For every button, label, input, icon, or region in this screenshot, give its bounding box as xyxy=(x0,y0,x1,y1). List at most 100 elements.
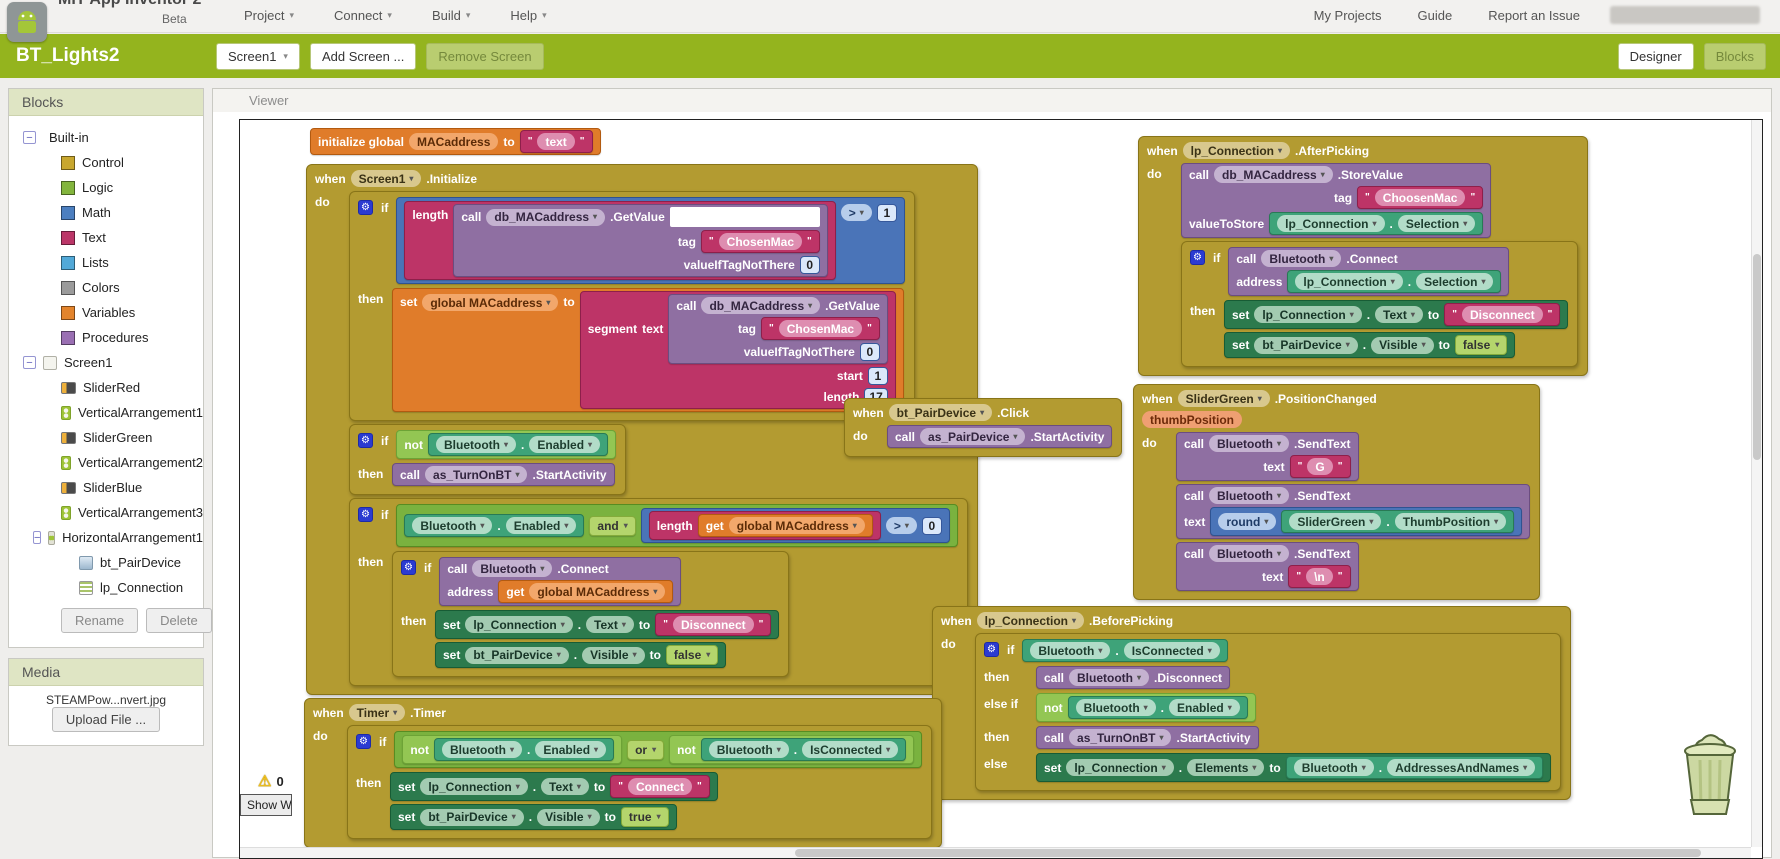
property-dropdown[interactable]: Text▾ xyxy=(1375,306,1423,323)
not-block[interactable]: not Bluetooth▾ . Enabled▾ xyxy=(396,430,616,459)
set-text-block[interactable]: set lp_Connection▾ . Text▾ to "Connect" xyxy=(390,772,718,801)
component-dropdown[interactable]: lp_Connection▾ xyxy=(977,612,1084,629)
screen-selector[interactable]: Screen1▾ xyxy=(216,43,300,70)
component-dropdown[interactable]: Bluetooth▾ xyxy=(436,436,516,453)
gear-icon[interactable]: ⚙ xyxy=(356,734,371,749)
delete-button[interactable]: Delete xyxy=(146,608,212,633)
component-horizontalarrangement1[interactable]: − HorizontalArrangement1 xyxy=(9,525,203,550)
gear-icon[interactable]: ⚙ xyxy=(984,642,999,657)
component-dropdown[interactable]: as_PairDevice▾ xyxy=(920,428,1025,445)
component-dropdown[interactable]: as_TurnOnBT▾ xyxy=(425,466,527,483)
call-startactivity-block[interactable]: call as_TurnOnBT▾ .StartActivity xyxy=(392,463,615,486)
call-startactivity-block[interactable]: call as_PairDevice▾ .StartActivity xyxy=(887,425,1112,448)
text-string-block[interactable]: "ChosenMac" xyxy=(701,230,820,253)
segment-block[interactable]: segment text call db_MACaddress▾ .GetVal… xyxy=(580,291,896,409)
call-getvalue-block[interactable]: call db_MACaddress▾ .GetValue tag xyxy=(453,204,827,277)
property-getter-block[interactable]: Bluetooth▾ . Enabled▾ xyxy=(1068,696,1248,719)
not-block[interactable]: not Bluetooth▾ . Enabled▾ xyxy=(1036,693,1256,722)
collapse-toggle-icon[interactable]: − xyxy=(33,531,41,544)
gear-icon[interactable]: ⚙ xyxy=(358,433,373,448)
number-block[interactable]: 0 xyxy=(860,343,880,361)
property-dropdown[interactable]: Visible▾ xyxy=(1371,337,1433,354)
component-dropdown[interactable]: lp_Connection▾ xyxy=(1254,306,1361,323)
text-string-block[interactable]: "\n" xyxy=(1288,565,1350,588)
set-text-block[interactable]: set lp_Connection▾ . Text▾ to "Disconnec… xyxy=(1224,300,1568,329)
component-dropdown[interactable]: lp_Connection▾ xyxy=(1277,215,1384,232)
component-dropdown[interactable]: db_MACaddress▾ xyxy=(486,209,605,226)
component-dropdown[interactable]: bt_PairDevice▾ xyxy=(465,647,568,664)
designer-button[interactable]: Designer xyxy=(1618,43,1694,70)
builtin-node[interactable]: − Built-in xyxy=(9,125,203,150)
length-block[interactable]: length call db_MACaddress▾ .GetValue xyxy=(404,201,835,280)
comparison-block[interactable]: length get global MACaddress▾ >▾ 0 xyxy=(641,508,950,543)
comparison-block[interactable]: length call db_MACaddress▾ .GetValue xyxy=(396,197,904,284)
text-string-block[interactable]: "G" xyxy=(1290,455,1351,478)
gear-icon[interactable]: ⚙ xyxy=(401,560,416,575)
component-dropdown[interactable]: Bluetooth▾ xyxy=(1069,669,1149,686)
property-dropdown[interactable]: Enabled▾ xyxy=(506,517,577,534)
when-slidergreen-positionchanged-block[interactable]: when SliderGreen▾ .PositionChanged thumb… xyxy=(1133,384,1540,600)
when-pairdevice-click-block[interactable]: when bt_PairDevice▾ .Click do call as_Pa… xyxy=(844,398,1122,457)
property-dropdown[interactable]: ThumbPosition▾ xyxy=(1395,513,1506,530)
property-getter-block[interactable]: Bluetooth▾ . Enabled▾ xyxy=(404,514,584,537)
show-warnings-button[interactable]: Show Warnings xyxy=(240,794,292,816)
gear-icon[interactable]: ⚙ xyxy=(358,507,373,522)
link-report-issue[interactable]: Report an Issue xyxy=(1488,8,1580,23)
if-block[interactable]: ⚙ if not Bluetooth▾ . Enabled▾ xyxy=(349,424,626,495)
palette-item-lists[interactable]: Lists xyxy=(9,250,203,275)
component-bt-pairdevice[interactable]: bt_PairDevice xyxy=(9,550,203,575)
component-dropdown[interactable]: bt_PairDevice▾ xyxy=(420,809,523,826)
text-string-block[interactable]: " text " xyxy=(520,130,593,153)
set-text-block[interactable]: set lp_Connection▾ . Text▾ to "Disconnec… xyxy=(435,610,779,639)
round-block[interactable]: round▾ SliderGreen▾ . ThumbPosition▾ xyxy=(1210,507,1522,536)
vertical-scrollbar-thumb[interactable] xyxy=(1753,254,1761,460)
component-dropdown[interactable]: db_MACaddress▾ xyxy=(1214,166,1333,183)
when-timer-timer-block[interactable]: when Timer▾ .Timer do ⚙ if not xyxy=(304,698,942,848)
palette-item-logic[interactable]: Logic xyxy=(9,175,203,200)
init-global-macaddress-block[interactable]: initialize global MACaddress to " text " xyxy=(310,128,601,155)
collapse-toggle-icon[interactable]: − xyxy=(23,131,36,144)
call-startactivity-block[interactable]: call as_TurnOnBT▾ .StartActivity xyxy=(1036,726,1259,749)
set-elements-block[interactable]: set lp_Connection▾ . Elements▾ to Blueto… xyxy=(1036,753,1551,782)
property-dropdown[interactable]: AddressesAndNames▾ xyxy=(1387,759,1535,776)
component-dropdown[interactable]: Bluetooth▾ xyxy=(709,741,789,758)
menu-help[interactable]: Help▾ xyxy=(510,8,546,23)
palette-item-variables[interactable]: Variables xyxy=(9,300,203,325)
media-file[interactable]: STEAMPow...nvert.jpg xyxy=(9,686,203,707)
text-string-block[interactable]: "ChosenMac" xyxy=(761,317,880,340)
text-string-block[interactable]: "ChoosenMac" xyxy=(1357,186,1483,209)
property-getter-block[interactable]: lp_Connection▾ . Selection▾ xyxy=(1269,212,1483,235)
menu-build[interactable]: Build▾ xyxy=(432,8,470,23)
component-slidergreen[interactable]: SliderGreen xyxy=(9,425,203,450)
component-dropdown[interactable]: Bluetooth▾ xyxy=(1209,545,1289,562)
property-getter-block[interactable]: Bluetooth▾ . Enabled▾ xyxy=(428,433,608,456)
operator-dropdown[interactable]: >▾ xyxy=(886,517,917,534)
variable-dropdown[interactable]: global MACaddress▾ xyxy=(529,583,665,600)
blocks-workspace[interactable]: initialize global MACaddress to " text "… xyxy=(239,119,1763,859)
property-dropdown[interactable]: Enabled▾ xyxy=(1169,699,1240,716)
round-dropdown[interactable]: round▾ xyxy=(1218,513,1276,530)
component-dropdown[interactable]: Bluetooth▾ xyxy=(1076,699,1156,716)
event-parameter[interactable]: thumbPosition xyxy=(1142,411,1242,428)
property-dropdown[interactable]: Selection▾ xyxy=(1416,273,1493,290)
component-verticalarrangement2[interactable]: VerticalArrangement2 xyxy=(9,450,203,475)
property-dropdown[interactable]: Text▾ xyxy=(541,778,589,795)
operator-dropdown[interactable]: >▾ xyxy=(841,204,872,221)
component-dropdown[interactable]: lp_Connection▾ xyxy=(1295,273,1402,290)
component-dropdown[interactable]: Bluetooth▾ xyxy=(472,560,552,577)
gear-icon[interactable]: ⚙ xyxy=(358,200,373,215)
collapse-toggle-icon[interactable]: − xyxy=(23,356,36,369)
call-connect-block[interactable]: call Bluetooth▾ .Connect address xyxy=(439,557,681,606)
component-dropdown[interactable]: Screen1▾ xyxy=(351,170,422,187)
if-block[interactable]: ⚙ if Bluetooth▾ . Enabled▾ and▾ xyxy=(349,498,968,686)
call-getvalue-block[interactable]: call db_MACaddress▾ .GetValue tag "Chose… xyxy=(668,294,887,364)
empty-socket[interactable] xyxy=(670,207,820,227)
number-block[interactable]: 0 xyxy=(922,517,942,535)
not-block[interactable]: not Bluetooth▾ . IsConnected▾ xyxy=(669,735,914,764)
variable-dropdown[interactable]: global MACaddress▾ xyxy=(422,294,558,311)
property-getter-block[interactable]: SliderGreen▾ . ThumbPosition▾ xyxy=(1281,510,1514,533)
component-dropdown[interactable]: Bluetooth▾ xyxy=(1261,250,1341,267)
remove-screen-button[interactable]: Remove Screen xyxy=(426,43,543,70)
component-dropdown[interactable]: Bluetooth▾ xyxy=(442,741,522,758)
component-dropdown[interactable]: lp_Connection▾ xyxy=(465,616,572,633)
